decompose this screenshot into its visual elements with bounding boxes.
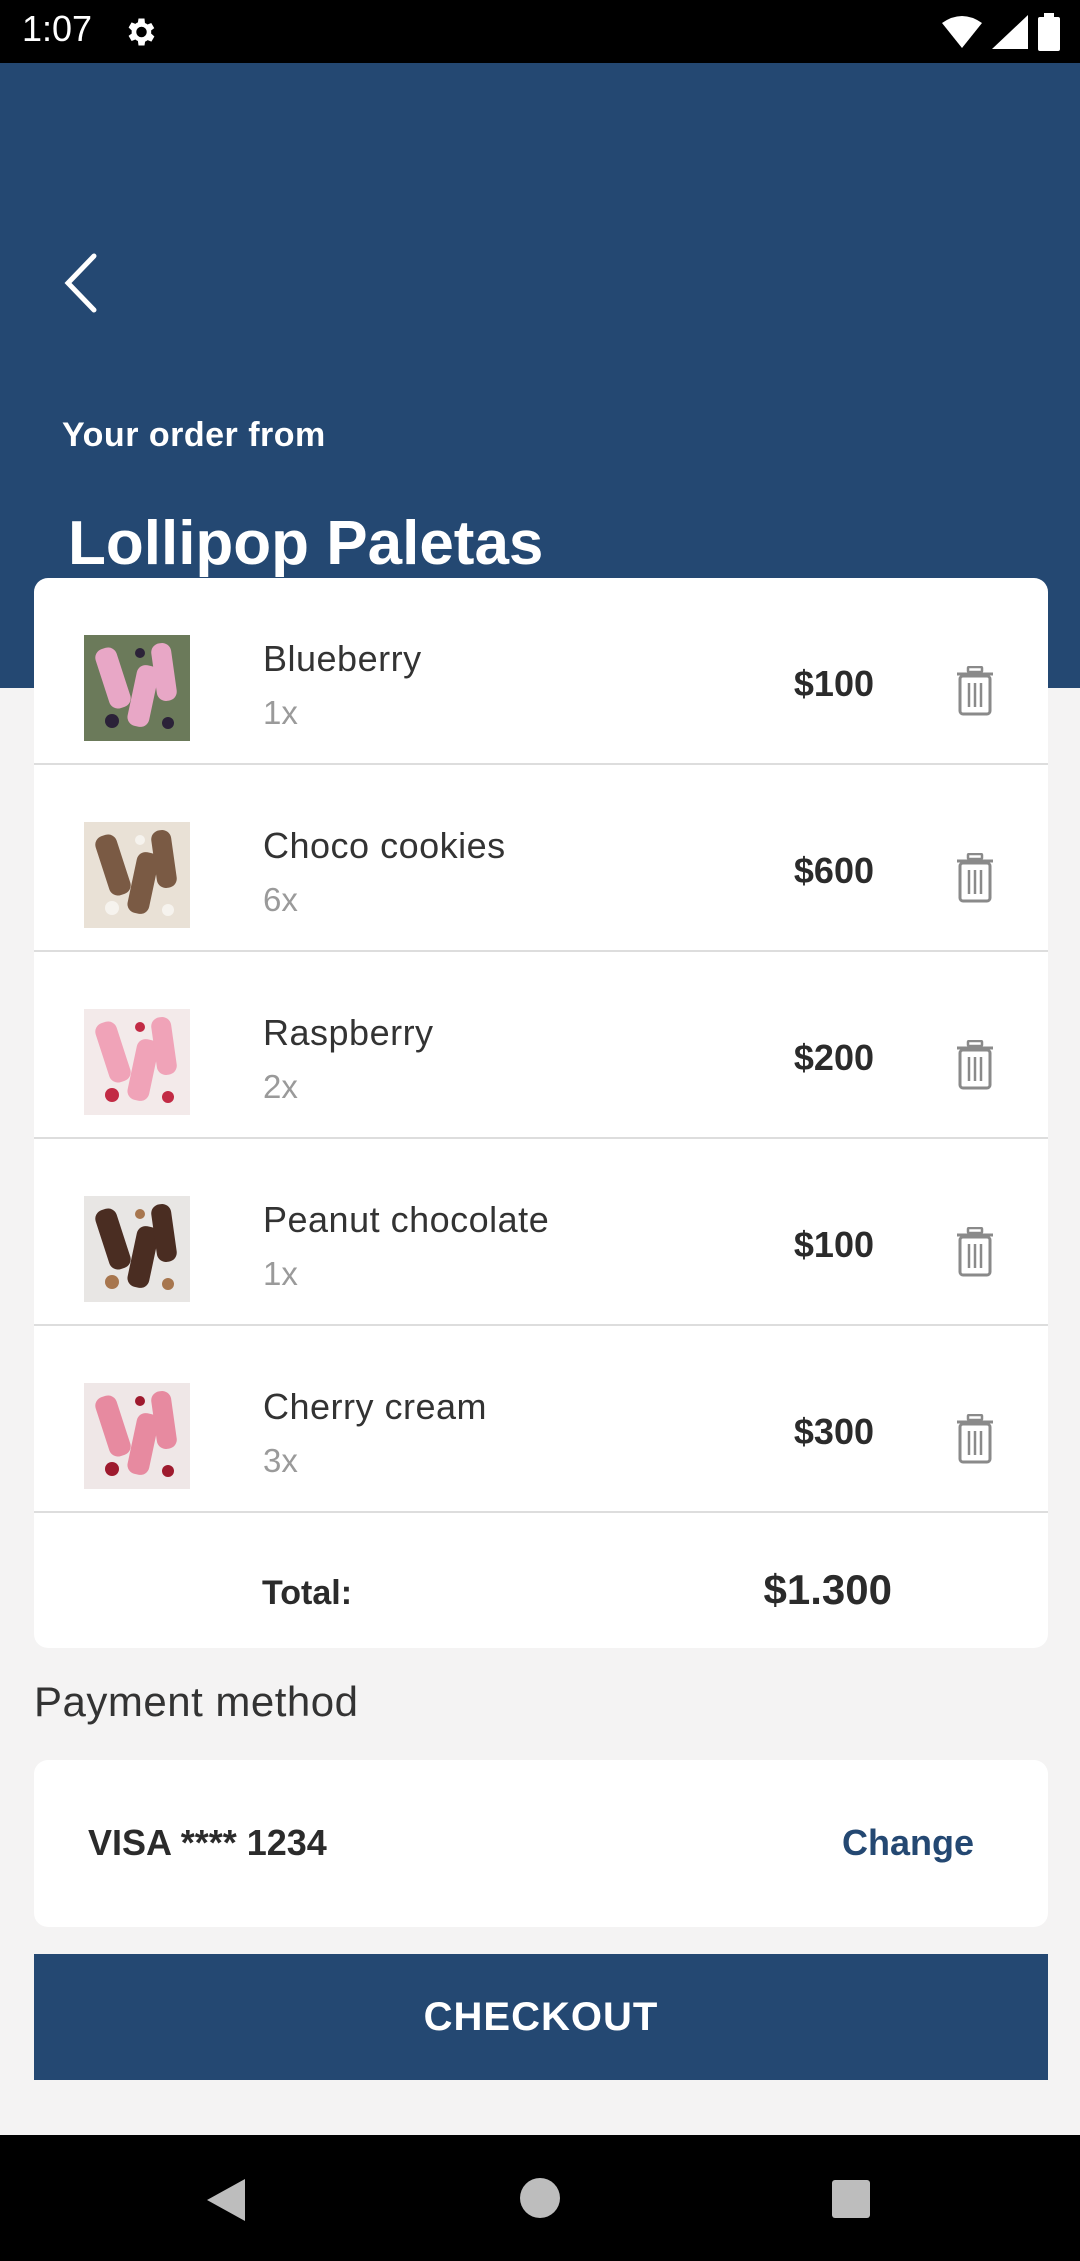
total-value: $1.300 <box>763 1566 892 1613</box>
product-thumbnail <box>84 822 190 928</box>
total-label: Total: <box>262 1574 353 1612</box>
item-price: $600 <box>793 850 874 891</box>
item-name: Blueberry <box>263 638 422 679</box>
item-name: Choco cookies <box>263 825 506 866</box>
system-nav-bar <box>0 2135 1080 2261</box>
item-price: $100 <box>793 663 874 704</box>
nav-home-icon[interactable] <box>520 2178 560 2218</box>
cart-card: Blueberry 1x $100 Choco cookies 6x $600 Raspbe… <box>34 578 1048 1648</box>
trash-icon[interactable] <box>956 1040 994 1090</box>
status-icons <box>942 12 1060 52</box>
nav-back-icon[interactable] <box>205 2177 247 2223</box>
cart-item-row: Peanut chocolate 1x $100 <box>34 1139 1048 1326</box>
gear-icon <box>128 18 155 46</box>
payment-method-title: Payment method <box>34 1678 359 1725</box>
cart-item-row: Choco cookies 6x $600 <box>34 765 1048 952</box>
trash-icon[interactable] <box>956 666 994 716</box>
trash-icon[interactable] <box>956 1227 994 1277</box>
change-payment-button[interactable]: Change <box>842 1822 974 1864</box>
item-quantity: 6x <box>263 881 298 918</box>
product-thumbnail <box>84 1383 190 1489</box>
payment-card: VISA **** 1234 Change <box>34 1760 1048 1927</box>
card-label: VISA **** 1234 <box>88 1822 327 1863</box>
order-subtitle: Your order from <box>62 416 326 454</box>
battery-icon <box>1038 13 1060 51</box>
cart-item-row: Blueberry 1x $100 <box>34 578 1048 765</box>
item-quantity: 3x <box>263 1442 298 1479</box>
product-thumbnail <box>84 1009 190 1115</box>
item-price: $300 <box>793 1411 874 1452</box>
trash-icon[interactable] <box>956 853 994 903</box>
item-name: Peanut chocolate <box>263 1199 550 1240</box>
item-quantity: 2x <box>263 1068 298 1105</box>
product-thumbnail <box>84 1196 190 1302</box>
product-thumbnail <box>84 635 190 741</box>
chevron-left-icon[interactable] <box>56 248 106 318</box>
signal-icon <box>992 15 1028 49</box>
cart-item-row: Raspberry 2x $200 <box>34 952 1048 1139</box>
item-quantity: 1x <box>263 694 298 731</box>
status-bar: 1:07 <box>0 0 1080 63</box>
item-name: Raspberry <box>263 1012 434 1053</box>
shop-name: Lollipop Paletas <box>68 509 544 578</box>
trash-icon[interactable] <box>956 1414 994 1464</box>
item-price: $200 <box>793 1037 874 1078</box>
item-name: Cherry cream <box>263 1386 488 1427</box>
checkout-button[interactable]: CHECKOUT <box>34 1954 1048 2080</box>
status-time: 1:07 <box>22 8 93 49</box>
item-quantity: 1x <box>263 1255 298 1292</box>
nav-recents-icon[interactable] <box>832 2180 870 2218</box>
item-price: $100 <box>793 1224 874 1265</box>
wifi-icon <box>942 16 982 48</box>
cart-item-row: Cherry cream 3x $300 <box>34 1326 1048 1513</box>
